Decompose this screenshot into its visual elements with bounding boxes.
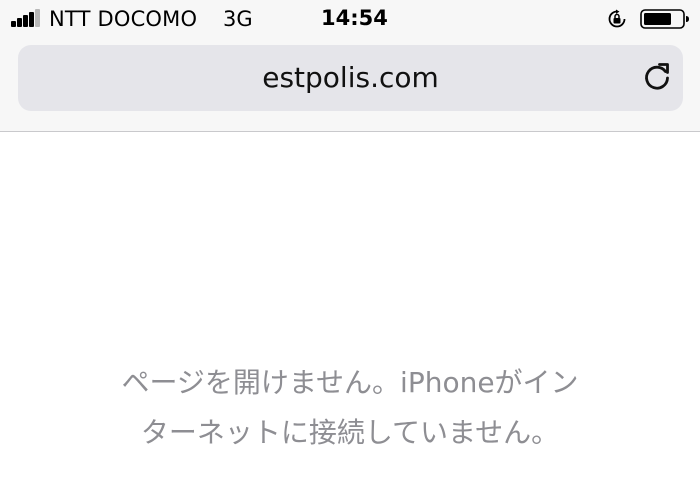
reload-icon[interactable] — [638, 59, 676, 97]
browser-chrome: NTT DOCOMO 3G 14:54 estpolis.com — [0, 0, 700, 132]
safari-screen: NTT DOCOMO 3G 14:54 estpolis.com ページを開けま… — [0, 0, 700, 489]
status-bar: NTT DOCOMO 3G 14:54 — [0, 0, 700, 38]
url-text[interactable]: estpolis.com — [18, 45, 683, 111]
status-time: 14:54 — [321, 6, 388, 30]
orientation-lock-icon — [608, 9, 626, 28]
error-message: ページを開けません。iPhoneがイン ターネットに接続していません。 — [0, 358, 700, 458]
signal-strength-icon — [11, 9, 43, 27]
error-line-1: ページを開けません。iPhoneがイン — [121, 366, 579, 399]
error-line-2: ターネットに接続していません。 — [140, 416, 560, 449]
network-type: 3G — [223, 7, 253, 31]
address-bar[interactable]: estpolis.com — [18, 45, 683, 111]
carrier-name: NTT DOCOMO — [49, 7, 198, 31]
battery-icon — [640, 9, 689, 29]
